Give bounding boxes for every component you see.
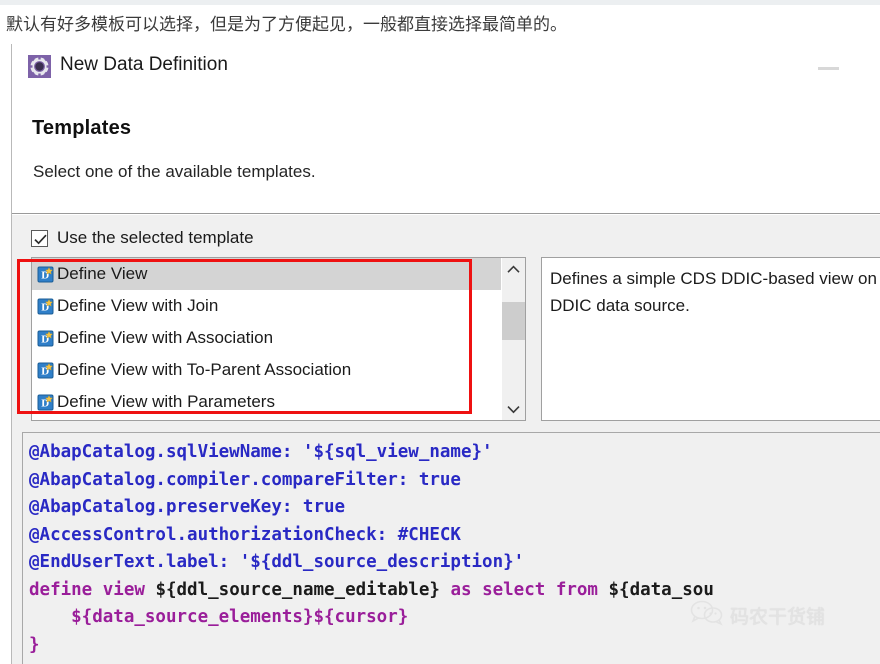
page-caption: 默认有好多模板可以选择，但是为了方便起见，一般都直接选择最简单的。 — [6, 15, 567, 35]
chevron-up-icon — [507, 264, 520, 273]
new-data-definition-dialog: New Data Definition Templates Select one… — [11, 44, 880, 664]
checkbox-label: Use the selected template — [57, 228, 254, 247]
list-item[interactable]: D Define View with Join — [32, 290, 501, 322]
code-line: @AbapCatalog.compiler.compareFilter: tru… — [29, 469, 461, 490]
page-top-strip — [0, 0, 880, 5]
template-list-scrollbar[interactable] — [501, 258, 525, 420]
page-title: Templates — [32, 117, 132, 139]
list-item[interactable]: D Define View — [32, 258, 501, 290]
templates-selection-row: D Define View D Define View with Join D … — [31, 257, 880, 422]
list-item[interactable]: D Define View with Association — [32, 322, 501, 354]
code-line: @AbapCatalog.sqlViewName: '${sql_view_na… — [29, 442, 493, 462]
ddl-source-icon: D — [37, 362, 54, 379]
minimize-button[interactable] — [807, 54, 852, 80]
template-list[interactable]: D Define View D Define View with Join D … — [32, 258, 501, 420]
list-item-label: Define View with Parameters — [57, 392, 275, 411]
dialog-body: Use the selected template D Define View … — [12, 215, 880, 664]
ddl-source-icon: D — [37, 394, 54, 411]
checkbox-box — [31, 229, 48, 247]
list-item[interactable]: D Define View with Parameters — [32, 386, 501, 418]
scrollbar-thumb[interactable] — [502, 302, 525, 340]
list-item[interactable]: D Define View with To-Parent Association — [32, 354, 501, 386]
code-keyword-select: as select from — [439, 579, 609, 600]
scroll-down-button[interactable] — [502, 398, 525, 420]
scroll-up-button[interactable] — [502, 258, 525, 280]
template-description-panel: Defines a simple CDS DDIC-based view on … — [541, 257, 880, 421]
code-line-close: } — [29, 634, 40, 655]
code-line-define: define view ${ddl_source_name_editable} … — [29, 577, 880, 605]
list-item-label: Define View — [57, 264, 148, 283]
list-item-label: Define View with To-Parent Association — [57, 360, 352, 379]
template-list-container: D Define View D Define View with Join D … — [31, 257, 526, 421]
ddl-source-icon: D — [37, 330, 54, 347]
ddl-source-icon: D — [37, 298, 54, 315]
use-selected-template-checkbox[interactable]: Use the selected template — [31, 226, 254, 250]
list-item-label: Define View with Join — [57, 296, 219, 315]
dialog-header-band: Templates Select one of the available te… — [12, 89, 880, 214]
ddl-source-icon: D — [37, 266, 54, 283]
dialog-title: New Data Definition — [60, 54, 228, 75]
minimize-icon — [818, 67, 839, 70]
code-view-name: ${ddl_source_name_editable} — [155, 579, 440, 600]
code-line-body: ${data_source_elements}${cursor} — [29, 607, 409, 627]
code-keyword-define: define view — [29, 579, 156, 600]
code-line: @EndUserText.label: '${ddl_source_descri… — [29, 552, 525, 572]
code-data-source: ${data_sou — [608, 579, 714, 600]
chevron-down-icon — [507, 405, 520, 413]
code-line: @AbapCatalog.preserveKey: true — [29, 497, 346, 517]
gear-icon — [28, 55, 51, 78]
template-code-preview[interactable]: @AbapCatalog.sqlViewName: '${sql_view_na… — [22, 432, 880, 664]
page-subtitle: Select one of the available templates. — [33, 162, 316, 181]
dialog-titlebar: New Data Definition — [12, 44, 880, 89]
template-description-text: Defines a simple CDS DDIC-based view on … — [550, 269, 880, 315]
list-item-label: Define View with Association — [57, 328, 274, 347]
code-line: @AccessControl.authorizationCheck: #CHEC… — [29, 524, 461, 545]
check-icon — [34, 234, 47, 244]
